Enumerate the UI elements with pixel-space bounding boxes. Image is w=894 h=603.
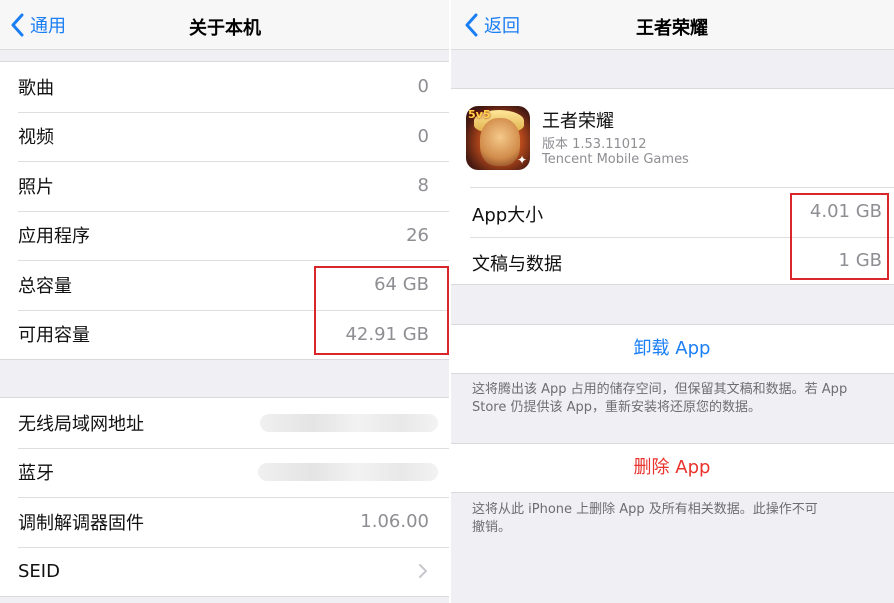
row-value: 42.91 GB	[345, 323, 429, 345]
page-title: 关于本机	[189, 18, 261, 39]
row-label: 可用容量	[18, 325, 90, 347]
row-seid[interactable]: SEID	[0, 546, 450, 597]
nav-bar: 返回 王者荣耀	[450, 0, 894, 50]
row-value: 8	[417, 175, 429, 197]
row-capacity: 总容量 64 GB	[0, 260, 450, 310]
row-documents-data: 文稿与数据 1 GB	[450, 237, 894, 286]
row-available: 可用容量 42.91 GB	[0, 309, 450, 360]
row-label: 调制解调器固件	[18, 512, 144, 534]
app-version: 版本 1.53.11012	[542, 137, 647, 152]
row-videos: 视频 0	[0, 111, 450, 162]
row-songs: 歌曲 0	[0, 62, 450, 112]
panel-divider	[449, 0, 451, 603]
icon-star: ✦	[516, 153, 527, 167]
delete-note: 这将从此 iPhone 上删除 App 及所有相关数据。此操作不可撤销。	[472, 502, 818, 535]
row-label: SEID	[18, 560, 60, 582]
app-info-card: 5v5 ✦ 王者荣耀 版本 1.53.11012 Tencent Mobile …	[450, 88, 894, 285]
row-value: 26	[406, 224, 429, 246]
media-storage-group: 歌曲 0 视频 0 照片 8 应用程序 26 总容量 64 GB 可用容量 42…	[0, 61, 450, 360]
row-label: 应用程序	[18, 226, 90, 248]
row-value: 0	[417, 76, 429, 98]
icon-face	[480, 118, 520, 166]
row-modem-firmware: 调制解调器固件 1.06.00	[0, 497, 450, 547]
app-header: 5v5 ✦ 王者荣耀 版本 1.53.11012 Tencent Mobile …	[450, 89, 894, 187]
row-bluetooth: 蓝牙	[0, 447, 450, 498]
row-value: 1 GB	[838, 250, 882, 271]
app-storage-screen: 返回 王者荣耀 5v5 ✦ 王者荣耀 版本 1.53.11012 Tencent…	[450, 0, 894, 603]
chevron-right-icon	[419, 564, 427, 579]
row-label: 蓝牙	[18, 463, 54, 485]
row-wifi-address: 无线局域网地址	[0, 398, 450, 448]
offload-note: 这将腾出该 App 占用的储存空间，但保留其文稿和数据。若 App Store …	[472, 382, 848, 415]
nav-bar: 通用 关于本机	[0, 0, 450, 50]
delete-app-button[interactable]: 删除 App	[450, 443, 894, 493]
network-info-group: 无线局域网地址 蓝牙 调制解调器固件 1.06.00 SEID	[0, 397, 450, 597]
row-label: 总容量	[18, 275, 72, 297]
icon-badge: 5v5	[468, 108, 491, 121]
page-title: 王者荣耀	[636, 18, 708, 39]
row-applications: 应用程序 26	[0, 210, 450, 261]
row-value: 4.01 GB	[809, 201, 882, 222]
row-app-size: App大小 4.01 GB	[450, 188, 894, 237]
row-photos: 照片 8	[0, 161, 450, 211]
redacted-value	[258, 463, 438, 482]
row-value: 0	[417, 125, 429, 147]
screenshot-composite: 通用 关于本机 歌曲 0 视频 0 照片 8 应用程序 26 总容量 64 GB…	[0, 0, 894, 603]
app-developer: Tencent Mobile Games	[542, 152, 689, 167]
row-value: 64 GB	[374, 274, 429, 296]
offload-app-button[interactable]: 卸载 App	[450, 324, 894, 374]
redacted-value	[260, 413, 438, 432]
app-icon: 5v5 ✦	[466, 106, 530, 170]
app-name: 王者荣耀	[542, 111, 614, 132]
row-label: 歌曲	[18, 77, 54, 99]
row-value: 1.06.00	[360, 511, 429, 533]
row-label: 文稿与数据	[472, 254, 562, 275]
about-device-screen: 通用 关于本机 歌曲 0 视频 0 照片 8 应用程序 26 总容量 64 GB…	[0, 0, 450, 603]
row-label: 视频	[18, 127, 54, 149]
row-label: 无线局域网地址	[18, 413, 144, 435]
row-label: 照片	[18, 176, 54, 198]
row-label: App大小	[472, 205, 544, 226]
